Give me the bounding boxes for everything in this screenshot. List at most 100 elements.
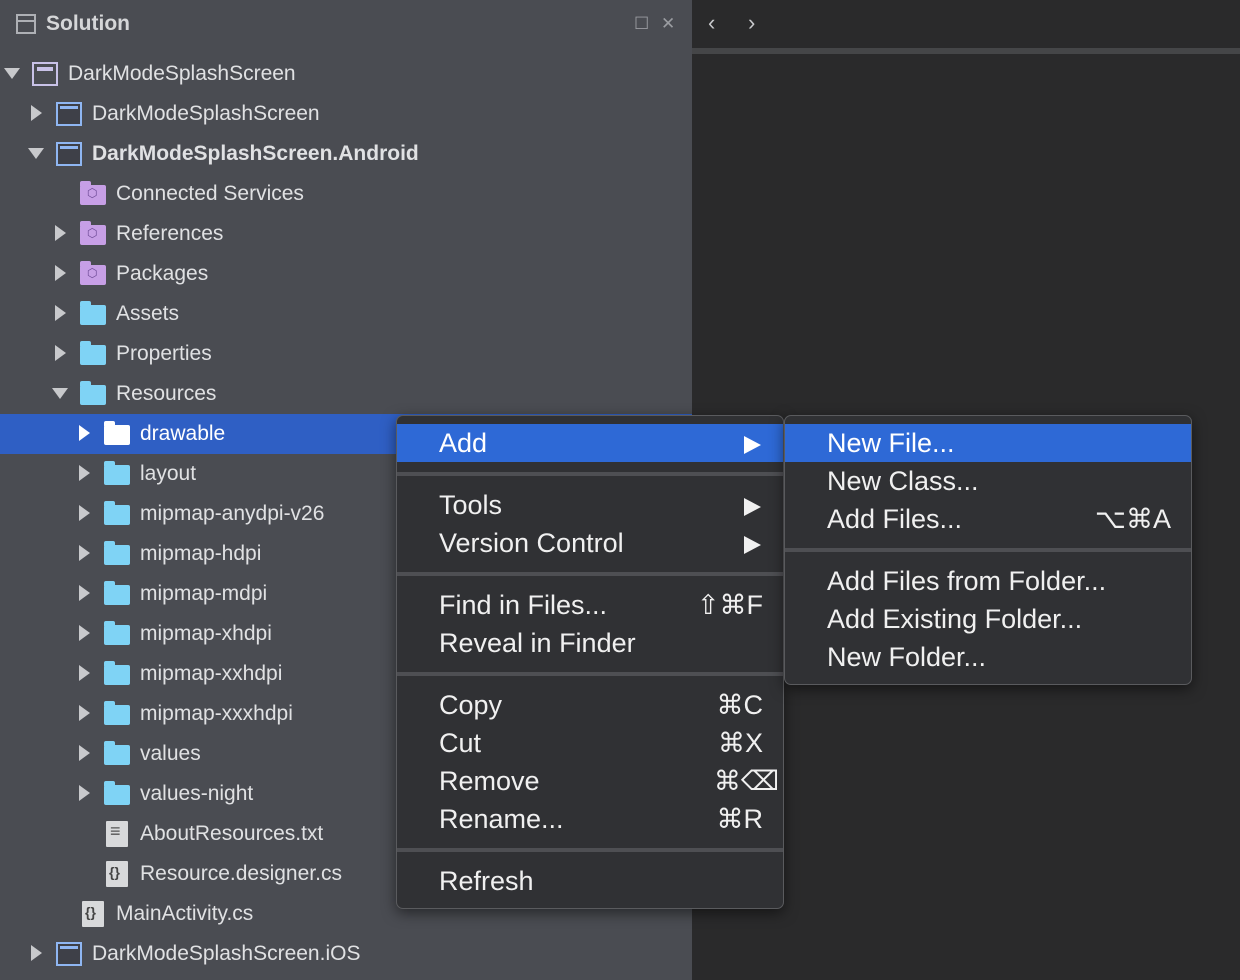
menu-item-label: Tools (439, 490, 503, 520)
folder-icon (104, 501, 130, 525)
solution-pad-icon (16, 14, 36, 34)
tree-item-label: Resource.designer.cs (140, 862, 342, 885)
tree-item-project[interactable]: DarkModeSplashScreen (0, 94, 692, 134)
menu-item-add-files[interactable]: Add Files... ⌥⌘A (785, 500, 1191, 538)
menu-item-refresh[interactable]: Refresh (397, 862, 783, 900)
tree-item-label: References (116, 222, 224, 245)
menu-item-find-in-files[interactable]: Find in Files... ⇧⌘F (397, 586, 783, 624)
menu-item-new-class[interactable]: New Class... (785, 462, 1191, 500)
tree-item-label: layout (140, 462, 197, 485)
expand-arrow-icon[interactable] (76, 422, 94, 444)
panel-title: Solution (46, 12, 130, 35)
expand-arrow-icon[interactable] (76, 782, 94, 804)
solution-icon (32, 62, 58, 86)
menu-separator (397, 472, 783, 476)
menu-item-label: Find in Files... (439, 590, 608, 620)
expand-arrow-icon[interactable] (4, 62, 22, 84)
menu-separator (397, 572, 783, 576)
tree-item-connected-services[interactable]: Connected Services (0, 174, 692, 214)
menu-item-reveal-in-finder[interactable]: Reveal in Finder (397, 624, 783, 662)
nav-forward-icon[interactable]: › (748, 10, 755, 36)
folder-icon (104, 781, 130, 805)
tree-item-references[interactable]: References (0, 214, 692, 254)
tree-item-properties[interactable]: Properties (0, 334, 692, 374)
expand-arrow-icon[interactable] (76, 622, 94, 644)
folder-icon (104, 581, 130, 605)
tree-item-project-android[interactable]: DarkModeSplashScreen.Android (0, 134, 692, 174)
expand-arrow-icon[interactable] (76, 662, 94, 684)
expand-arrow-icon[interactable] (76, 742, 94, 764)
expand-arrow-icon[interactable] (76, 462, 94, 484)
expand-arrow-icon[interactable] (76, 582, 94, 604)
tree-item-label: mipmap-xhdpi (140, 622, 272, 645)
tree-item-label: Resources (116, 382, 217, 405)
expand-arrow-icon[interactable] (52, 302, 70, 324)
menu-item-label: Reveal in Finder (439, 628, 636, 658)
menu-item-new-folder[interactable]: New Folder... (785, 638, 1191, 676)
expand-arrow-icon[interactable] (76, 702, 94, 724)
expand-arrow-icon[interactable] (52, 342, 70, 364)
tree-item-label: Assets (116, 302, 180, 325)
tree-item-label: DarkModeSplashScreen.iOS (92, 942, 361, 965)
tree-item-label: AboutResources.txt (140, 822, 324, 845)
menu-item-remove[interactable]: Remove ⌘⌫ (397, 762, 783, 800)
expand-arrow-icon[interactable] (76, 502, 94, 524)
expand-arrow-icon[interactable] (76, 542, 94, 564)
project-icon (56, 942, 82, 966)
folder-icon (104, 461, 130, 485)
tree-item-label: DarkModeSplashScreen.Android (92, 142, 419, 165)
menu-item-label: Rename... (439, 804, 564, 834)
expand-arrow-icon[interactable] (52, 222, 70, 244)
tree-item-packages[interactable]: Packages (0, 254, 692, 294)
tree-item-assets[interactable]: Assets (0, 294, 692, 334)
menu-item-label: Version Control (439, 528, 624, 558)
menu-item-label: New File... (827, 428, 955, 458)
menu-item-shortcut: ⌘⌫ (713, 766, 779, 796)
tree-item-project-ios[interactable]: DarkModeSplashScreen.iOS (0, 934, 692, 974)
close-icon[interactable]: ✕ (661, 14, 675, 34)
context-menu: Add Tools Version Control Find in Files.… (396, 415, 784, 909)
menu-item-shortcut: ⇧⌘F (696, 590, 763, 620)
tree-item-label: Properties (116, 342, 212, 365)
folder-icon (104, 701, 130, 725)
csharp-file-icon (82, 901, 104, 927)
tree-item-label: values (140, 742, 201, 765)
expand-arrow-icon[interactable] (28, 142, 46, 164)
tree-item-label: Packages (116, 262, 209, 285)
menu-item-version-control[interactable]: Version Control (397, 524, 783, 562)
folder-icon (80, 301, 106, 325)
menu-item-copy[interactable]: Copy ⌘C (397, 686, 783, 724)
tree-item-resources[interactable]: Resources (0, 374, 692, 414)
menu-separator (785, 548, 1191, 552)
csharp-file-icon (106, 861, 128, 887)
tree-item-solution[interactable]: DarkModeSplashScreen (0, 54, 692, 94)
menu-item-rename[interactable]: Rename... ⌘R (397, 800, 783, 838)
menu-item-tools[interactable]: Tools (397, 486, 783, 524)
menu-item-add-files-from-folder[interactable]: Add Files from Folder... (785, 562, 1191, 600)
maximize-icon[interactable]: ☐ (634, 14, 649, 34)
menu-item-add-existing-folder[interactable]: Add Existing Folder... (785, 600, 1191, 638)
menu-item-cut[interactable]: Cut ⌘X (397, 724, 783, 762)
menu-separator (397, 848, 783, 852)
menu-item-add[interactable]: Add (397, 424, 783, 462)
menu-item-new-file[interactable]: New File... (785, 424, 1191, 462)
menu-item-label: New Folder... (827, 642, 987, 672)
folder-icon (104, 621, 130, 645)
tree-item-label: mipmap-anydpi-v26 (140, 502, 325, 525)
tree-item-label: drawable (140, 422, 226, 445)
folder-icon (104, 541, 130, 565)
menu-item-label: Refresh (439, 866, 534, 896)
tree-item-label: DarkModeSplashScreen (68, 62, 296, 85)
menu-item-label: New Class... (827, 466, 979, 496)
expand-arrow-icon[interactable] (52, 262, 70, 284)
expand-arrow-icon[interactable] (52, 382, 70, 404)
menu-item-label: Add Existing Folder... (827, 604, 1083, 634)
tree-item-label: values-night (140, 782, 254, 805)
text-file-icon (106, 821, 128, 847)
folder-icon (104, 661, 130, 685)
menu-item-label: Copy (439, 690, 503, 720)
expand-arrow-icon[interactable] (28, 102, 46, 124)
nav-back-icon[interactable]: ‹ (708, 10, 715, 36)
menu-item-label: Cut (439, 728, 482, 758)
expand-arrow-icon[interactable] (28, 942, 46, 964)
